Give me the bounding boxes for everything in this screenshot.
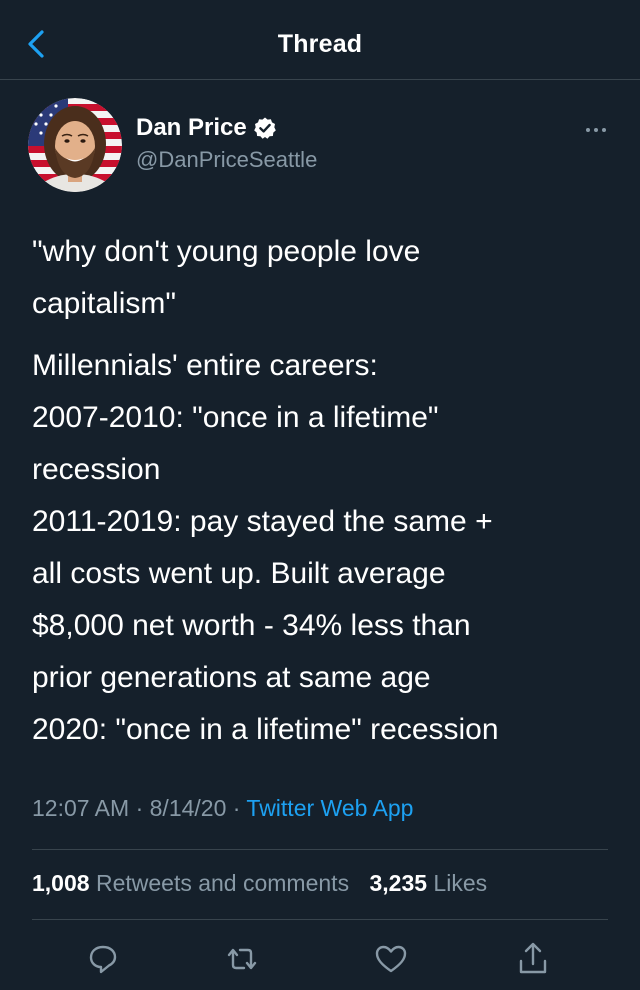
divider <box>32 849 608 850</box>
retweet-icon <box>227 948 257 970</box>
share-icon <box>519 942 547 974</box>
tweet-line: 2007-2010: "once in a lifetime" <box>32 401 439 434</box>
user-handle[interactable]: @DanPriceSeattle <box>136 147 317 173</box>
meta-separator: · <box>226 795 247 821</box>
more-options-icon[interactable] <box>578 120 614 140</box>
likes-stat[interactable]: 3,235 Likes <box>369 870 487 896</box>
tweet-line: 2020: "once in a lifetime" recession <box>32 713 499 746</box>
like-icon <box>375 945 407 973</box>
tweet-date[interactable]: 8/14/20 <box>150 795 227 821</box>
user-name: Dan Price <box>136 114 247 141</box>
tweet-stats: 1,008 Retweets and comments 3,235 Likes <box>32 870 501 897</box>
thread-header: Thread <box>0 0 640 80</box>
user-name-row[interactable]: Dan Price <box>136 114 277 142</box>
reply-icon <box>89 945 117 974</box>
tweet-time[interactable]: 12:07 AM <box>32 795 129 821</box>
profile-photo <box>28 98 122 192</box>
tweet-line: recession <box>32 453 161 486</box>
divider <box>32 919 608 920</box>
tweet-line: $8,000 net worth - 34% less than <box>32 609 471 642</box>
tweet-line: capitalism" <box>32 287 177 320</box>
like-button[interactable] <box>371 939 411 979</box>
likes-label: Likes <box>433 870 488 896</box>
tweet-line: Millennials' entire careers: <box>32 349 378 382</box>
meta-separator: · <box>129 795 150 821</box>
share-button[interactable] <box>513 939 553 979</box>
likes-count: 3,235 <box>369 870 428 896</box>
tweet-line: all costs went up. Built average <box>32 557 446 590</box>
tweet-source-link[interactable]: Twitter Web App <box>246 795 413 821</box>
retweets-label: Retweets and comments <box>95 870 350 896</box>
reply-button[interactable] <box>83 939 123 979</box>
tweet-actions <box>0 935 640 985</box>
tweet-meta: 12:07 AM · 8/14/20 · Twitter Web App <box>32 795 413 822</box>
retweets-stat[interactable]: 1,008 Retweets and comments <box>32 870 349 896</box>
tweet-text: "why don't young people love capitalism"… <box>32 226 612 756</box>
avatar[interactable] <box>28 98 122 192</box>
tweet-line: prior generations at same age <box>32 661 431 694</box>
retweet-button[interactable] <box>222 939 262 979</box>
page-title: Thread <box>277 30 363 58</box>
tweet-line: 2011-2019: pay stayed the same + <box>32 505 493 538</box>
tweet-line: "why don't young people love <box>32 235 421 268</box>
retweets-count: 1,008 <box>32 870 90 896</box>
verified-badge-icon <box>253 116 277 140</box>
